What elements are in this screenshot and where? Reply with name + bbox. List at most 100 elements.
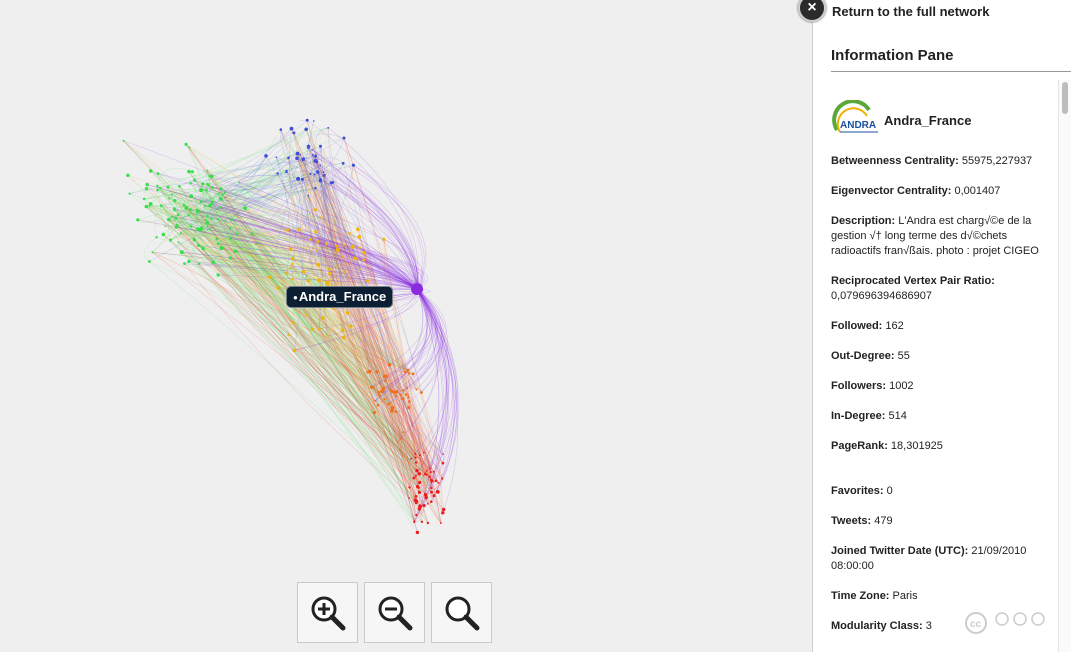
graph-node[interactable]: [407, 396, 410, 399]
graph-node[interactable]: [222, 220, 225, 222]
graph-node[interactable]: [328, 271, 332, 276]
graph-node[interactable]: [228, 237, 232, 240]
graph-node[interactable]: [392, 390, 396, 394]
graph-node[interactable]: [430, 478, 433, 482]
graph-node[interactable]: [315, 250, 318, 253]
graph-node[interactable]: [335, 244, 339, 248]
graph-node[interactable]: [383, 398, 386, 401]
graph-node[interactable]: [205, 188, 208, 192]
graph-node[interactable]: [399, 437, 403, 440]
graph-node[interactable]: [295, 151, 300, 156]
graph-node[interactable]: [291, 277, 294, 281]
graph-node[interactable]: [437, 481, 440, 484]
graph-node[interactable]: [210, 174, 214, 179]
graph-node[interactable]: [167, 218, 171, 222]
graph-node[interactable]: [408, 497, 411, 500]
graph-node[interactable]: [429, 467, 431, 470]
graph-node[interactable]: [332, 270, 335, 272]
graph-node[interactable]: [331, 181, 335, 184]
graph-node[interactable]: [238, 181, 241, 184]
graph-node[interactable]: [199, 188, 203, 193]
graph-node[interactable]: [413, 498, 418, 503]
graph-node[interactable]: [394, 394, 397, 398]
graph-node[interactable]: [217, 218, 220, 221]
graph-node[interactable]: [435, 490, 440, 494]
graph-node[interactable]: [316, 262, 321, 267]
graph-node[interactable]: [216, 214, 218, 217]
graph-node[interactable]: [297, 227, 301, 231]
graph-node[interactable]: [268, 275, 272, 279]
graph-node[interactable]: [179, 232, 182, 235]
graph-node[interactable]: [215, 237, 219, 241]
graph-node[interactable]: [414, 456, 417, 459]
pane-content[interactable]: ANDRA Andra_France Betweenness Centralit…: [831, 82, 1059, 652]
graph-node[interactable]: [414, 452, 417, 455]
graph-node[interactable]: [407, 406, 411, 410]
graph-node[interactable]: [380, 389, 385, 394]
graph-node[interactable]: [418, 504, 422, 509]
graph-node[interactable]: [314, 230, 317, 234]
close-icon[interactable]: ×: [798, 0, 826, 22]
graph-node[interactable]: [189, 194, 194, 199]
graph-node[interactable]: [401, 397, 405, 401]
zoom-reset-button[interactable]: [431, 582, 492, 643]
graph-node[interactable]: [341, 161, 345, 165]
graph-node[interactable]: [387, 363, 392, 367]
graph-node[interactable]: [353, 256, 358, 261]
graph-node[interactable]: [319, 164, 322, 167]
graph-node[interactable]: [156, 188, 159, 192]
graph-node[interactable]: [427, 502, 429, 505]
graph-node[interactable]: [307, 194, 310, 197]
graph-node[interactable]: [211, 186, 214, 189]
graph-node[interactable]: [413, 520, 416, 524]
graph-node[interactable]: [187, 169, 191, 174]
graph-node[interactable]: [219, 187, 223, 191]
graph-node[interactable]: [205, 221, 210, 225]
graph-node[interactable]: [166, 185, 170, 189]
graph-node[interactable]: [173, 208, 176, 212]
graph-node[interactable]: [201, 182, 205, 186]
graph-node[interactable]: [228, 256, 232, 260]
graph-node[interactable]: [142, 197, 146, 201]
graph-node[interactable]: [349, 324, 353, 328]
graph-node[interactable]: [384, 374, 388, 378]
graph-node[interactable]: [402, 431, 405, 434]
graph-node[interactable]: [314, 208, 317, 212]
graph-node[interactable]: [428, 475, 431, 478]
graph-node[interactable]: [184, 142, 188, 146]
zoom-in-button[interactable]: [297, 582, 358, 643]
graph-node[interactable]: [295, 156, 299, 160]
graph-node[interactable]: [423, 451, 425, 454]
graph-node[interactable]: [207, 228, 209, 231]
graph-node[interactable]: [219, 246, 224, 251]
graph-node[interactable]: [441, 477, 444, 480]
graph-node[interactable]: [174, 216, 178, 220]
graph-node[interactable]: [317, 278, 322, 282]
graph-node[interactable]: [195, 208, 199, 212]
graph-node[interactable]: [179, 250, 184, 255]
graph-node[interactable]: [322, 171, 325, 174]
graph-node[interactable]: [342, 255, 344, 258]
graph-node[interactable]: [417, 490, 422, 494]
graph-node[interactable]: [299, 154, 302, 156]
return-label[interactable]: Return to the full network: [832, 4, 989, 19]
graph-node[interactable]: [156, 172, 160, 176]
graph-node[interactable]: [199, 200, 203, 204]
graph-node[interactable]: [372, 386, 375, 389]
graph-node[interactable]: [148, 169, 153, 173]
network-graph-canvas[interactable]: [0, 0, 812, 652]
graph-node[interactable]: [289, 266, 293, 269]
graph-node[interactable]: [440, 522, 442, 524]
graph-node[interactable]: [206, 225, 209, 228]
graph-node[interactable]: [414, 495, 418, 498]
graph-node[interactable]: [217, 192, 221, 195]
graph-node[interactable]: [122, 139, 125, 142]
graph-node[interactable]: [276, 172, 279, 175]
return-to-full-network-button[interactable]: × Return to the full network: [798, 0, 989, 22]
graph-node[interactable]: [429, 471, 432, 474]
graph-node[interactable]: [434, 479, 438, 483]
graph-node[interactable]: [243, 206, 248, 211]
graph-node[interactable]: [228, 226, 232, 230]
graph-node[interactable]: [359, 325, 361, 327]
graph-node[interactable]: [201, 246, 205, 251]
